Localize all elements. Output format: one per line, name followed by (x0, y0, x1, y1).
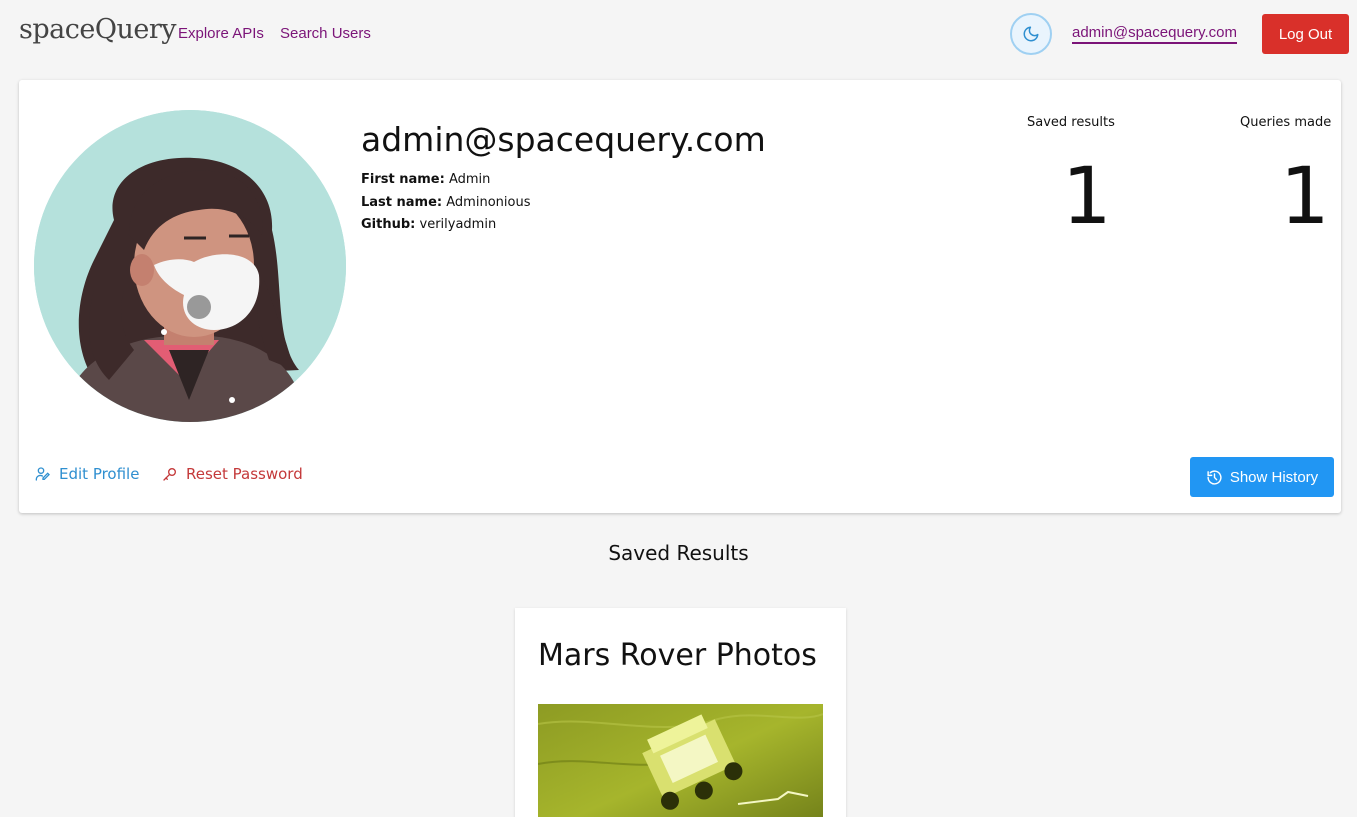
nav-search-users[interactable]: Search Users (280, 25, 371, 42)
reset-password-label: Reset Password (186, 465, 303, 483)
queries-made-stat-value: 1 (1280, 152, 1330, 242)
brand-logo[interactable]: spaceQuery (19, 14, 177, 45)
avatar-illustration (34, 110, 346, 422)
last-name-value: Adminonious (446, 195, 531, 210)
last-name-label: Last name: (361, 195, 443, 210)
user-email-link[interactable]: admin@spacequery.com (1072, 24, 1238, 44)
moon-icon (1023, 26, 1039, 42)
reset-password-link[interactable]: Reset Password (162, 465, 303, 483)
queries-made-stat-label: Queries made (1240, 115, 1332, 130)
show-history-button[interactable]: Show History (1190, 457, 1334, 497)
saved-result-title: Mars Rover Photos (538, 638, 817, 673)
saved-results-stat-value: 1 (1062, 152, 1112, 242)
edit-profile-label: Edit Profile (59, 465, 140, 483)
edit-profile-link[interactable]: Edit Profile (35, 465, 139, 483)
saved-result-card[interactable]: Mars Rover Photos (515, 608, 846, 817)
saved-results-heading: Saved Results (608, 541, 749, 565)
profile-card: admin@spacequery.com First name: Admin L… (19, 80, 1341, 513)
key-icon (163, 468, 176, 481)
github-label: Github: (361, 217, 416, 232)
avatar (34, 110, 346, 422)
first-name-label: First name: (361, 172, 445, 187)
first-name-value: Admin (448, 172, 491, 187)
github-row: Github: verilyadmin (361, 217, 496, 232)
user-edit-icon (35, 467, 50, 481)
show-history-label: Show History (1229, 468, 1319, 486)
top-navbar: spaceQuery Explore APIs Search Users adm… (0, 0, 1357, 70)
github-value: verilyadmin (419, 217, 497, 232)
history-icon (1207, 469, 1222, 485)
profile-email-heading: admin@spacequery.com (361, 120, 766, 159)
logout-button[interactable]: Log Out (1262, 14, 1349, 54)
first-name-row: First name: Admin (361, 172, 490, 187)
last-name-row: Last name: Adminonious (361, 195, 530, 210)
mars-rover-photo (538, 704, 823, 817)
theme-toggle-button[interactable] (1010, 13, 1052, 55)
nav-explore-apis[interactable]: Explore APIs (178, 25, 264, 42)
saved-results-stat-label: Saved results (1027, 115, 1115, 130)
